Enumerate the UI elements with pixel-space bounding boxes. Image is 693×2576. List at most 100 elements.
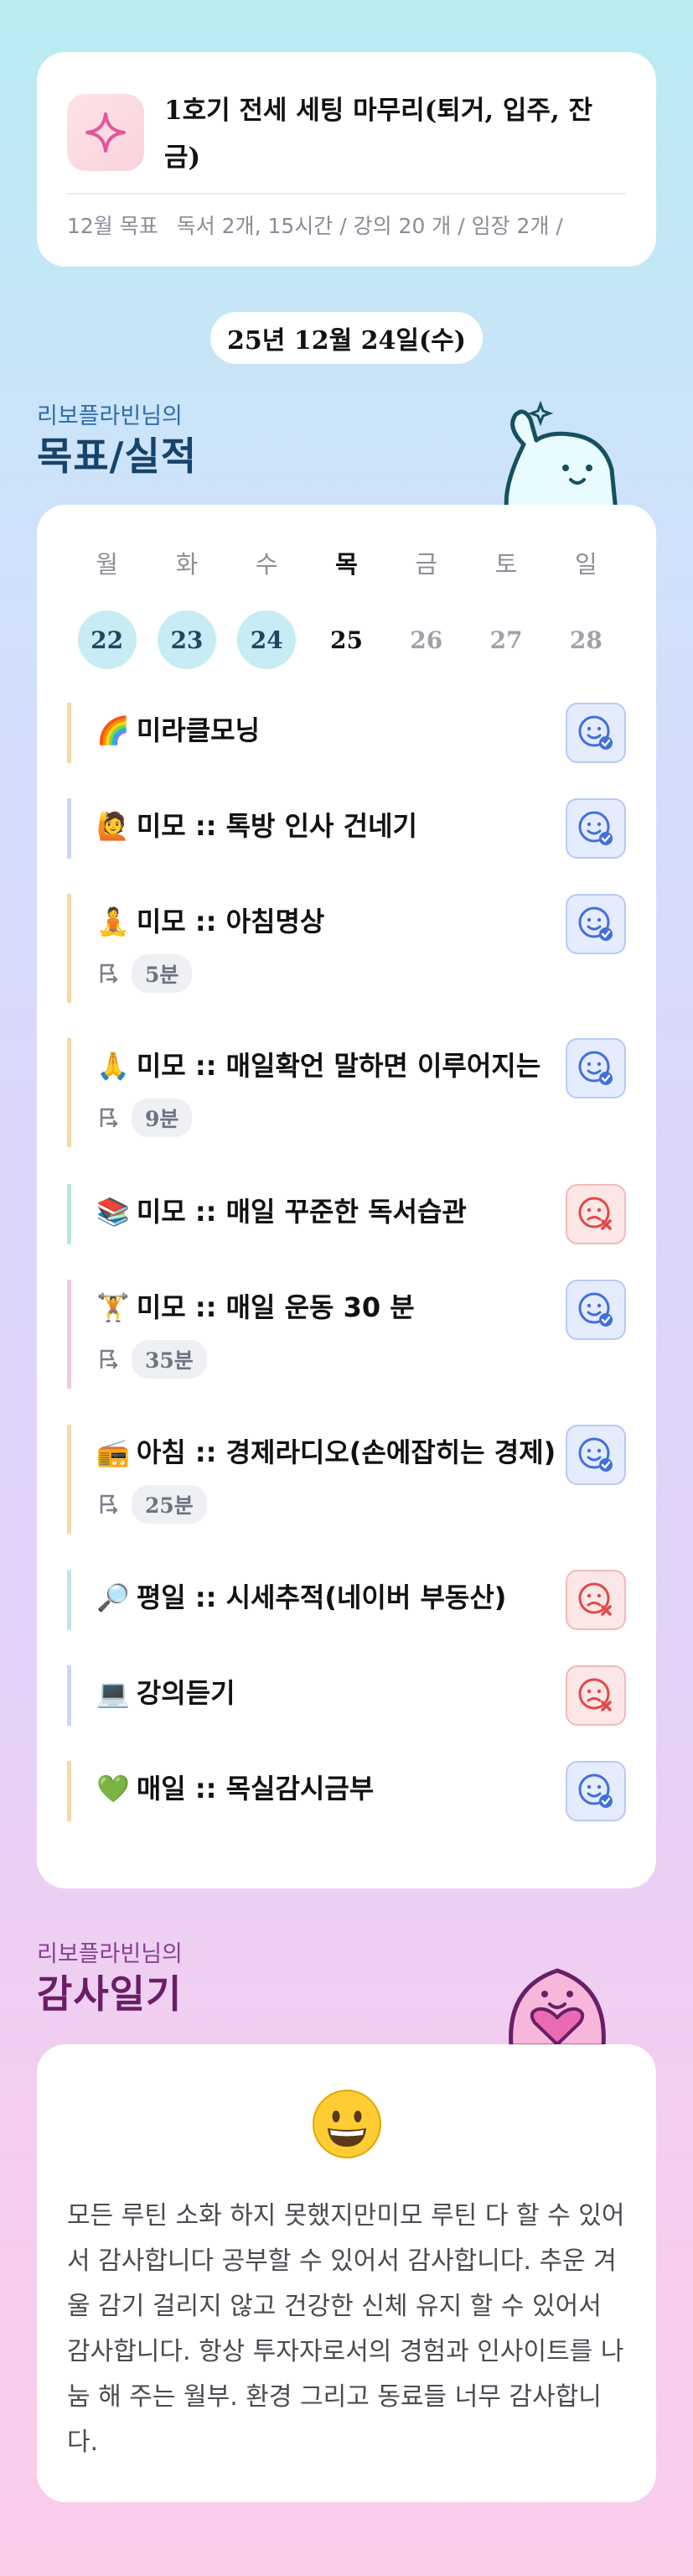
routine-item[interactable]: 📚 미모 :: 매일 꾸준한 독서습관 <box>67 1184 626 1244</box>
routine-item[interactable]: 💚 매일 :: 목실감시금부 <box>67 1761 626 1821</box>
repeat-flag-icon <box>100 1108 118 1128</box>
routine-title: 📻 아침 :: 경제라디오(손에잡히는 경제) <box>96 1425 626 1468</box>
day-sat[interactable]: 토 27 <box>466 545 546 669</box>
status-done-icon[interactable] <box>566 1280 626 1340</box>
status-missed-icon[interactable] <box>566 1184 626 1244</box>
routine-duration: 5분 <box>96 954 626 993</box>
routine-title-text: 매일 :: 목실감시금부 <box>136 1773 375 1805</box>
date-badge: 23 <box>157 610 216 669</box>
routine-item[interactable]: 🏋 미모 :: 매일 운동 30 분35분 <box>67 1280 626 1389</box>
day-fri[interactable]: 금 26 <box>386 545 466 669</box>
routine-emoji-icon: 📚 <box>96 1196 130 1228</box>
weekday-label: 수 <box>255 550 278 579</box>
status-missed-icon[interactable] <box>566 1665 626 1726</box>
status-done-icon[interactable] <box>566 703 626 763</box>
routine-emoji-icon: 🙋 <box>96 810 130 842</box>
routine-emoji-icon: 💻 <box>96 1677 130 1709</box>
routine-item[interactable]: 💻 강의듣기 <box>67 1665 626 1726</box>
routine-item[interactable]: 🧘 미모 :: 아침명상5분 <box>67 894 626 1003</box>
date-badge: 25 <box>330 626 363 654</box>
date-badge: 27 <box>489 626 523 654</box>
routine-title-text: 미모 :: 아침명상 <box>136 906 325 937</box>
repeat-flag-icon <box>100 1349 118 1369</box>
routine-duration: 9분 <box>96 1098 626 1137</box>
routine-title-text: 미라클모닝 <box>136 714 261 746</box>
weekday-label: 월 <box>96 550 118 579</box>
routine-title-text: 강의듣기 <box>136 1677 235 1709</box>
routine-emoji-icon: 💚 <box>96 1773 130 1805</box>
routine-item[interactable]: 🌈 미라클모닝 <box>67 703 626 763</box>
day-sun[interactable]: 일 28 <box>546 545 626 669</box>
day-mon[interactable]: 월 22 <box>67 545 147 669</box>
date-badge: 24 <box>237 610 297 669</box>
duration-pill: 5분 <box>132 954 193 993</box>
routine-title: 🧘 미모 :: 아침명상 <box>96 894 626 937</box>
routine-title: 🔎 평일 :: 시세추적(네이버 부동산) <box>96 1570 626 1613</box>
duration-pill: 25분 <box>132 1485 207 1524</box>
weekday-label: 화 <box>175 550 199 579</box>
routine-item[interactable]: 🙏 미모 :: 매일확언 말하면 이루어지는9분 <box>67 1038 626 1147</box>
routine-title: 💚 매일 :: 목실감시금부 <box>96 1761 626 1805</box>
duration-pill: 35분 <box>132 1340 207 1379</box>
routine-title-text: 평일 :: 시세추적(네이버 부동산) <box>136 1581 507 1613</box>
sparkle-icon <box>67 94 144 171</box>
routine-title: 💻 강의듣기 <box>96 1665 626 1709</box>
goal-title: 1호기 전세 세팅 마무리(퇴거, 입주, 잔금) <box>164 96 593 173</box>
routine-heading: 목표/실적 <box>37 434 198 479</box>
gratitude-heading: 감사일기 <box>37 1971 183 2017</box>
status-done-icon[interactable] <box>566 1761 626 1821</box>
routine-title-text: 미모 :: 매일확언 말하면 이루어지는 <box>136 1050 541 1082</box>
repeat-flag-icon <box>100 963 118 984</box>
date-selector[interactable]: 25년 12월 24일(수) <box>210 312 483 364</box>
day-thu[interactable]: 목 25 <box>307 545 386 669</box>
routine-item[interactable]: 🙋 미모 :: 톡방 인사 건네기 <box>67 798 626 859</box>
gratitude-text[interactable]: 모든 루틴 소화 하지 못했지만미모 루틴 다 할 수 있어서 감사합니다 공부… <box>67 2194 626 2465</box>
routine-title: 📚 미모 :: 매일 꾸준한 독서습관 <box>96 1184 626 1228</box>
day-tue[interactable]: 화 23 <box>147 545 226 669</box>
weekday-label: 목 <box>335 550 358 579</box>
routine-emoji-icon: 📻 <box>96 1436 130 1468</box>
routine-emoji-icon: 🔎 <box>96 1581 130 1613</box>
routine-emoji-icon: 🧘 <box>96 906 130 937</box>
routine-emoji-icon: 🙏 <box>96 1050 130 1082</box>
status-missed-icon[interactable] <box>566 1570 626 1630</box>
goal-label: 12월 목표 <box>67 214 158 238</box>
weekday-label: 금 <box>415 550 438 579</box>
character-wave-illustration <box>504 400 618 512</box>
week-calendar: 월 22 화 23 수 24 목 25 금 26 토 27 일 28 <box>37 545 656 669</box>
routine-title: 🏋 미모 :: 매일 운동 30 분 <box>96 1280 626 1323</box>
weekday-label: 일 <box>574 550 597 579</box>
routine-item[interactable]: 🔎 평일 :: 시세추적(네이버 부동산) <box>67 1570 626 1630</box>
divider <box>67 193 626 195</box>
day-wed[interactable]: 수 24 <box>227 545 307 669</box>
gratitude-card: 모든 루틴 소화 하지 못했지만미모 루틴 다 할 수 있어서 감사합니다 공부… <box>37 2044 656 2502</box>
routine-duration: 35분 <box>96 1340 626 1379</box>
date-badge: 28 <box>569 626 602 654</box>
routine-emoji-icon: 🌈 <box>96 714 130 746</box>
status-done-icon[interactable] <box>566 798 626 859</box>
routine-item[interactable]: 📻 아침 :: 경제라디오(손에잡히는 경제)25분 <box>67 1425 626 1534</box>
repeat-flag-icon <box>100 1494 118 1514</box>
grinning-face-icon <box>313 2090 381 2158</box>
status-done-icon[interactable] <box>566 1425 626 1485</box>
routine-title: 🙋 미모 :: 톡방 인사 건네기 <box>96 798 626 842</box>
goal-summary-row: 12월 목표 독서 2개, 15시간 / 강의 20 개 / 임장 2개 / <box>67 210 639 240</box>
routine-title-text: 아침 :: 경제라디오(손에잡히는 경제) <box>136 1436 556 1468</box>
date-badge: 26 <box>410 626 443 654</box>
routine-card: 월 22 화 23 수 24 목 25 금 26 토 27 일 28 🌈 미라클모닝 🙋 미모 ::… <box>37 505 656 1888</box>
date-badge: 22 <box>77 610 137 669</box>
status-done-icon[interactable] <box>566 894 626 954</box>
goal-summary: 독서 2개, 15시간 / 강의 20 개 / 임장 2개 / <box>176 214 563 238</box>
monthly-goal-card[interactable]: 1호기 전세 세팅 마무리(퇴거, 입주, 잔금) 12월 목표 독서 2개, … <box>37 52 656 267</box>
status-done-icon[interactable] <box>566 1038 626 1098</box>
routine-title-text: 미모 :: 톡방 인사 건네기 <box>136 810 417 842</box>
routine-emoji-icon: 🏋 <box>96 1291 130 1323</box>
character-heart-illustration <box>509 1968 606 2046</box>
routine-duration: 25분 <box>96 1485 626 1524</box>
routine-title: 🌈 미라클모닝 <box>96 703 626 746</box>
routine-title: 🙏 미모 :: 매일확언 말하면 이루어지는 <box>96 1038 626 1082</box>
routine-title-text: 미모 :: 매일 꾸준한 독서습관 <box>136 1196 467 1228</box>
routine-title-text: 미모 :: 매일 운동 30 분 <box>136 1291 415 1323</box>
duration-pill: 9분 <box>132 1098 193 1137</box>
weekday-label: 토 <box>494 550 518 579</box>
